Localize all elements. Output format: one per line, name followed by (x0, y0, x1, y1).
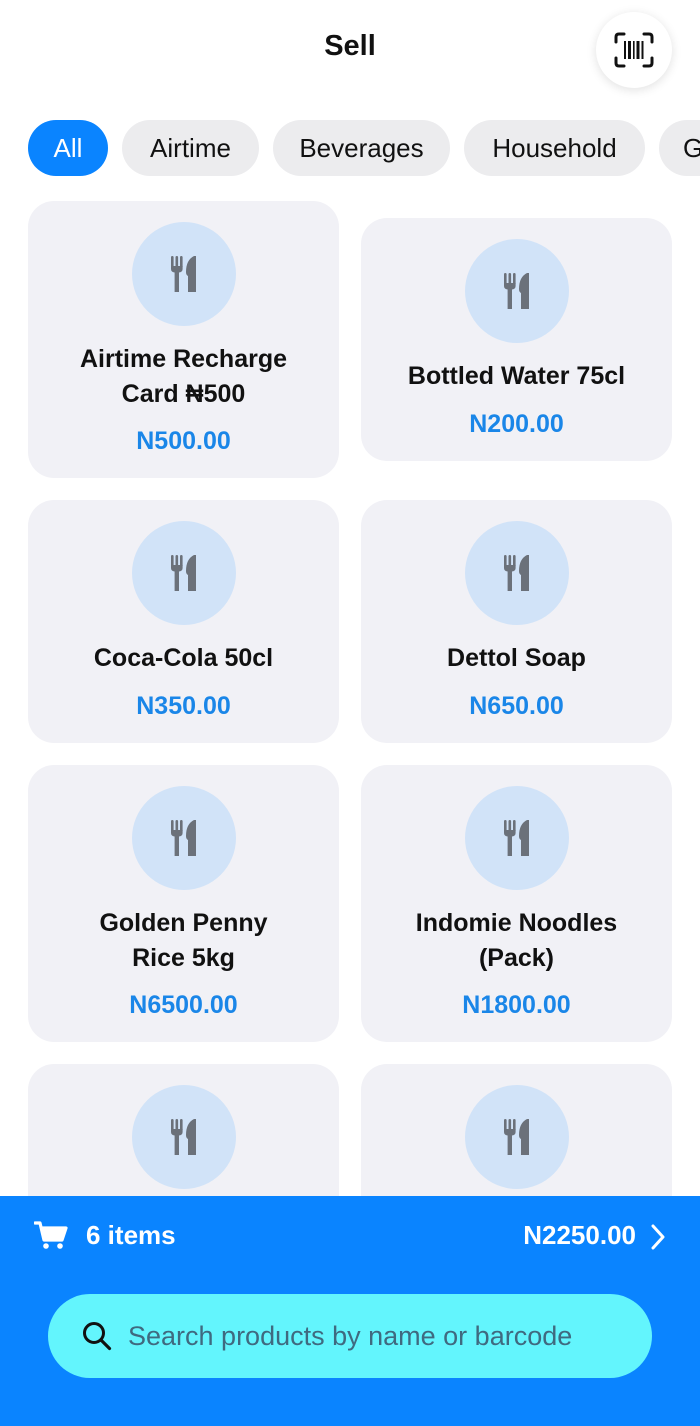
category-chip-all[interactable]: All (28, 120, 108, 176)
category-filter-bar: All Airtime Beverages Household G (0, 120, 700, 176)
cart-icon (34, 1221, 68, 1249)
product-price: N200.00 (469, 410, 564, 438)
fork-knife-icon (132, 786, 236, 890)
category-chip-household[interactable]: Household (464, 120, 645, 176)
product-name-line: Golden Penny (99, 909, 268, 937)
category-chip-g[interactable]: G (659, 120, 700, 176)
search-icon (83, 1322, 112, 1351)
product-name-line: (Pack) (478, 944, 555, 972)
product-name: Airtime Recharge Card ₦500 (38, 342, 329, 412)
header: Sell (0, 0, 700, 100)
chevron-right-icon (651, 1224, 665, 1250)
product-card[interactable] (28, 1064, 339, 1196)
cart-summary-row[interactable]: 6 items N2250.00 (0, 1196, 700, 1278)
product-price: N500.00 (136, 427, 231, 455)
product-card[interactable]: Bottled Water 75cl N200.00 (361, 218, 672, 461)
page-title: Sell (324, 30, 376, 62)
product-name-line: Card ₦500 (121, 380, 246, 408)
category-chip-airtime[interactable]: Airtime (122, 120, 259, 176)
product-name-line: Indomie Noodles (415, 909, 618, 937)
product-price: N6500.00 (129, 991, 238, 1019)
product-name: Golden Penny Rice 5kg (38, 906, 329, 976)
fork-knife-icon (465, 239, 569, 343)
fork-knife-icon (132, 1085, 236, 1189)
product-card[interactable]: Coca-Cola 50cl N350.00 (28, 500, 339, 743)
product-price: N350.00 (136, 692, 231, 720)
product-card[interactable]: Dettol Soap N650.00 (361, 500, 672, 743)
scan-barcode-button[interactable] (596, 12, 672, 88)
category-chip-label: G (683, 132, 700, 163)
product-card[interactable]: Golden Penny Rice 5kg N6500.00 (28, 765, 339, 1042)
product-price: N650.00 (469, 692, 564, 720)
product-price: N1800.00 (462, 991, 571, 1019)
product-name-line: Airtime Recharge (79, 345, 288, 373)
search-bar (48, 1294, 652, 1378)
product-card[interactable]: Indomie Noodles (Pack) N1800.00 (361, 765, 672, 1042)
cart-item-count: 6 items (86, 1220, 176, 1250)
product-name-line: Rice 5kg (132, 944, 235, 972)
fork-knife-icon (465, 786, 569, 890)
product-grid: Airtime Recharge Card ₦500 N500.00 Bottl… (0, 0, 700, 1196)
product-card[interactable]: Airtime Recharge Card ₦500 N500.00 (28, 201, 339, 478)
barcode-scan-icon (614, 32, 654, 68)
product-card[interactable] (361, 1064, 672, 1196)
cart-total: N2250.00 (523, 1220, 636, 1250)
fork-knife-icon (132, 222, 236, 326)
category-chip-beverages[interactable]: Beverages (273, 120, 450, 176)
product-name: Dettol Soap (447, 644, 586, 672)
product-name: Bottled Water 75cl (407, 362, 626, 390)
product-name: Coca-Cola 50cl (93, 644, 274, 672)
fork-knife-icon (132, 521, 236, 625)
product-name: Indomie Noodles (Pack) (371, 906, 662, 976)
fork-knife-icon (465, 1085, 569, 1189)
fork-knife-icon (465, 521, 569, 625)
search-input[interactable] (128, 1294, 628, 1378)
cart-bar: 6 items N2250.00 (0, 1196, 700, 1426)
